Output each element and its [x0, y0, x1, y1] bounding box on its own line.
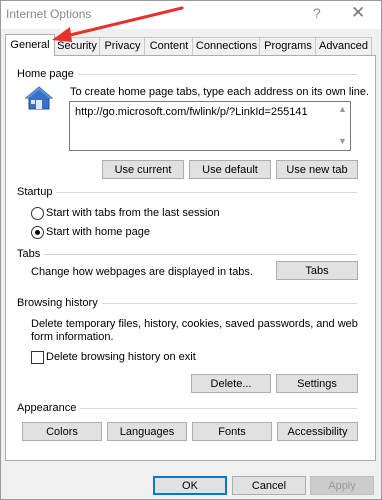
delete-button[interactable]: Delete...: [191, 374, 271, 393]
house-icon: [25, 86, 53, 110]
tab-connections[interactable]: Connections: [192, 37, 261, 55]
tabs-description: Change how webpages are displayed in tab…: [31, 266, 253, 278]
browsing-history-description-line1: Delete temporary files, history, cookies…: [31, 318, 358, 330]
startup-group-label: Startup: [17, 186, 57, 198]
help-button[interactable]: ?: [313, 5, 321, 21]
window-title: Internet Options: [6, 7, 92, 21]
cancel-button[interactable]: Cancel: [232, 476, 306, 495]
tabs-settings-button[interactable]: Tabs: [276, 261, 358, 280]
tabs-group-line: [17, 254, 357, 255]
browsing-history-group-label: Browsing history: [17, 297, 102, 309]
radio-home-page-label[interactable]: Start with home page: [46, 226, 150, 239]
scroll-up-icon[interactable]: ▲: [338, 104, 347, 114]
radio-last-session[interactable]: [31, 207, 44, 220]
use-default-button[interactable]: Use default: [189, 160, 271, 179]
tab-programs[interactable]: Programs: [259, 37, 317, 55]
tab-content[interactable]: Content: [144, 37, 194, 55]
fonts-button[interactable]: Fonts: [192, 422, 272, 441]
accessibility-button[interactable]: Accessibility: [277, 422, 358, 441]
browsing-history-settings-button[interactable]: Settings: [276, 374, 358, 393]
scroll-down-icon[interactable]: ▼: [338, 136, 347, 146]
url-scrollbar[interactable]: ▲ ▼: [335, 102, 350, 150]
tab-general[interactable]: General: [5, 34, 55, 56]
title-bar: Internet Options ? ✕: [1, 1, 381, 29]
tab-advanced[interactable]: Advanced: [315, 37, 372, 55]
home-page-url-text: http://go.microsoft.com/fwlink/p/?LinkId…: [75, 106, 308, 118]
radio-last-session-label[interactable]: Start with tabs from the last session: [46, 207, 220, 220]
browsing-history-description-line2: form information.: [31, 331, 114, 343]
tab-security[interactable]: Security: [53, 37, 101, 55]
use-current-button[interactable]: Use current: [102, 160, 184, 179]
colors-button[interactable]: Colors: [22, 422, 102, 441]
tabs-group-label: Tabs: [17, 248, 45, 260]
home-page-url-textarea[interactable]: http://go.microsoft.com/fwlink/p/?LinkId…: [69, 101, 351, 151]
appearance-group-label: Appearance: [17, 402, 81, 414]
apply-button[interactable]: Apply: [310, 476, 374, 495]
startup-group-line: [17, 192, 357, 193]
use-new-tab-button[interactable]: Use new tab: [276, 160, 358, 179]
ok-button[interactable]: OK: [153, 476, 227, 495]
languages-button[interactable]: Languages: [107, 422, 187, 441]
delete-on-exit-label[interactable]: Delete browsing history on exit: [46, 351, 196, 364]
close-button[interactable]: ✕: [351, 3, 365, 23]
tab-privacy[interactable]: Privacy: [99, 37, 146, 55]
delete-on-exit-checkbox[interactable]: [31, 351, 44, 364]
internet-options-window: Internet Options ? ✕ General Security Pr…: [0, 0, 382, 500]
home-page-group-label: Home page: [17, 68, 78, 80]
home-page-instructions: To create home page tabs, type each addr…: [70, 86, 370, 98]
radio-home-page[interactable]: [31, 226, 44, 239]
